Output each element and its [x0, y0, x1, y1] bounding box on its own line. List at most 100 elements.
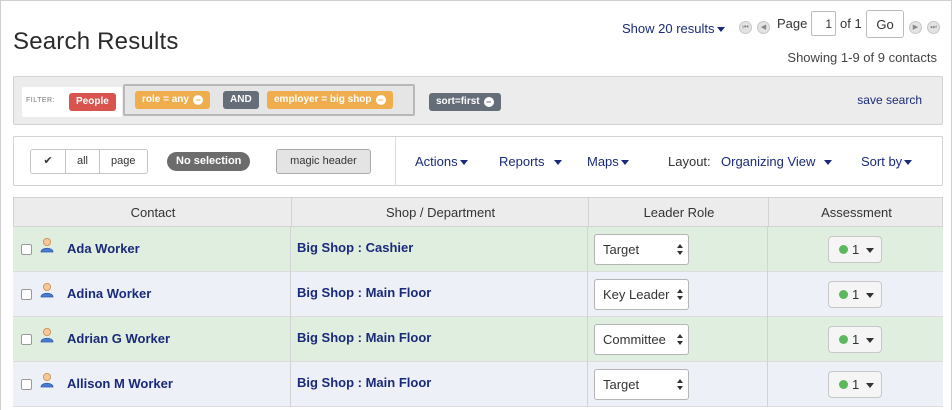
contact-name-link[interactable]: Adrian G Worker — [67, 331, 170, 346]
criteria-group: role = any − AND employer = big shop − — [123, 84, 415, 116]
select-page-button[interactable]: page — [100, 150, 147, 173]
assessment-dropdown[interactable]: 1 — [828, 236, 882, 263]
layout-dropdown[interactable]: Organizing View — [721, 154, 833, 169]
maps-menu-label: Maps — [587, 154, 619, 169]
column-header-contact[interactable]: Contact — [14, 205, 292, 220]
column-divider — [767, 362, 768, 407]
shop-department: Big Shop : Cashier — [297, 240, 414, 255]
column-divider — [290, 272, 291, 317]
shop-department: Big Shop : Main Floor — [297, 330, 432, 345]
next-page-icon[interactable]: ▶ — [909, 21, 922, 34]
sort-by-menu[interactable]: Sort by — [861, 154, 913, 169]
caret-down-icon — [866, 338, 874, 343]
results-toolbar: ✔ all page No selection magic header Act… — [13, 136, 943, 186]
contact-name-link[interactable]: Ada Worker — [67, 241, 140, 256]
people-filter-tag[interactable]: People — [69, 93, 116, 111]
maps-menu[interactable]: Maps — [587, 154, 629, 169]
page-label: Page — [777, 16, 808, 31]
filter-type-box: FILTER: People — [22, 87, 122, 117]
leader-role-value: Target — [603, 377, 640, 392]
leader-role-select[interactable]: Target — [594, 369, 689, 400]
select-arrows-icon — [677, 289, 683, 300]
sort-filter-tag[interactable]: sort=first − — [429, 93, 501, 111]
caret-down-icon — [459, 160, 468, 166]
actions-menu-label: Actions — [415, 154, 458, 169]
save-search-link[interactable]: save search — [857, 93, 922, 107]
actions-menu[interactable]: Actions — [415, 154, 468, 169]
assessment-dropdown[interactable]: 1 — [828, 326, 882, 353]
selection-button-group: ✔ all page — [30, 149, 148, 174]
layout-label: Layout: — [668, 154, 711, 169]
person-icon — [40, 373, 54, 388]
role-filter-tag[interactable]: role = any − — [135, 91, 210, 109]
leader-role-select[interactable]: Key Leader — [594, 279, 689, 310]
leader-role-value: Key Leader — [603, 287, 670, 302]
select-arrows-icon — [677, 334, 683, 345]
sort-filter-label: sort=first — [436, 96, 480, 107]
go-button[interactable]: Go — [866, 10, 904, 38]
leader-role-value: Committee — [603, 332, 666, 347]
reports-menu-label: Reports — [499, 154, 545, 169]
table-header: Contact Shop / Department Leader Role As… — [13, 197, 943, 227]
column-divider — [290, 317, 291, 362]
select-all-button[interactable]: all — [66, 150, 101, 173]
assessment-dot-icon — [839, 245, 848, 254]
last-page-icon[interactable]: ⏭ — [927, 21, 940, 34]
leader-role-select[interactable]: Committee — [594, 324, 689, 355]
reports-menu[interactable]: Reports — [499, 154, 563, 169]
contact-name-link[interactable]: Adina Worker — [67, 286, 151, 301]
first-page-icon[interactable]: ⏮ — [739, 21, 752, 34]
remove-icon[interactable]: − — [192, 95, 203, 105]
previous-page-icon[interactable]: ◀ — [757, 21, 770, 34]
column-divider — [290, 362, 291, 407]
assessment-value: 1 — [852, 287, 860, 302]
column-header-assessment[interactable]: Assessment — [769, 205, 944, 220]
assessment-dropdown[interactable]: 1 — [828, 281, 882, 308]
toolbar-divider — [395, 137, 396, 185]
magic-header-button[interactable]: magic header — [276, 149, 371, 174]
sort-by-label: Sort by — [861, 154, 903, 169]
layout-value: Organizing View — [721, 154, 816, 169]
show-per-page-dropdown[interactable]: Show 20 results — [622, 21, 725, 36]
column-header-shop[interactable]: Shop / Department — [292, 205, 589, 220]
row-checkbox[interactable] — [21, 334, 32, 345]
row-checkbox[interactable] — [21, 244, 32, 255]
filter-label: FILTER: — [26, 97, 56, 104]
assessment-value: 1 — [852, 242, 860, 257]
column-divider — [767, 317, 768, 362]
column-divider — [290, 227, 291, 272]
and-operator-tag[interactable]: AND — [223, 91, 259, 109]
caret-down-icon — [554, 160, 563, 166]
column-divider — [587, 272, 588, 317]
employer-filter-tag[interactable]: employer = big shop − — [267, 91, 393, 109]
contact-name-link[interactable]: Allison M Worker — [67, 376, 173, 391]
row-checkbox[interactable] — [21, 289, 32, 300]
column-divider — [587, 227, 588, 272]
caret-down-icon — [716, 27, 725, 33]
caret-down-icon — [620, 160, 629, 166]
table-row: Allison M Worker Big Shop : Main Floor T… — [13, 362, 943, 407]
filter-bar: FILTER: People role = any − AND employer … — [13, 76, 943, 125]
leader-role-select[interactable]: Target — [594, 234, 689, 265]
column-divider — [588, 198, 589, 226]
caret-down-icon — [866, 248, 874, 253]
column-divider — [767, 227, 768, 272]
assessment-dot-icon — [839, 335, 848, 344]
showing-count: Showing 1-9 of 9 contacts — [787, 50, 937, 65]
page-title: Search Results — [13, 28, 179, 55]
row-checkbox[interactable] — [21, 379, 32, 390]
remove-icon[interactable]: − — [483, 97, 494, 107]
assessment-dot-icon — [839, 290, 848, 299]
remove-icon[interactable]: − — [375, 95, 386, 105]
column-divider — [767, 272, 768, 317]
employer-filter-label: employer = big shop — [274, 94, 372, 105]
column-header-leader-role[interactable]: Leader Role — [589, 205, 769, 220]
assessment-dropdown[interactable]: 1 — [828, 371, 882, 398]
check-icon[interactable]: ✔ — [31, 150, 66, 173]
shop-department: Big Shop : Main Floor — [297, 285, 432, 300]
caret-down-icon — [866, 383, 874, 388]
table-row: Ada Worker Big Shop : Cashier Target 1 — [13, 227, 943, 272]
column-divider — [587, 362, 588, 407]
page-number-input[interactable] — [811, 11, 836, 36]
shop-department: Big Shop : Main Floor — [297, 375, 432, 390]
